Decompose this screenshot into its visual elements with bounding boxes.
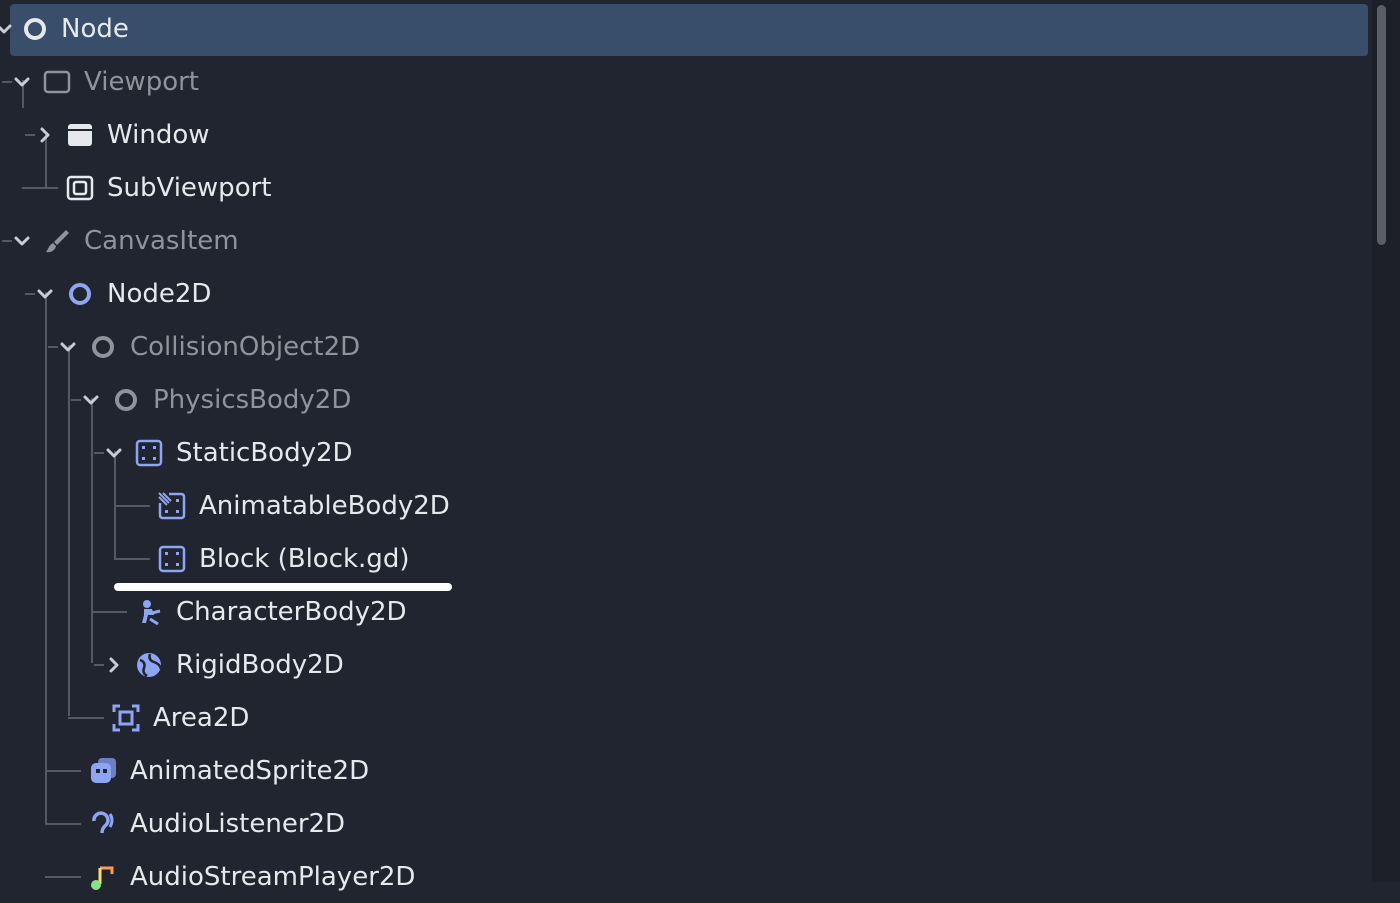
audio-listener-icon bbox=[92, 811, 114, 834]
physics-body-icon bbox=[115, 389, 137, 411]
static-body-icon bbox=[135, 439, 163, 467]
tree-item-viewport[interactable]: Viewport bbox=[0, 55, 1370, 108]
tree-item-physicsbody2d[interactable]: PhysicsBody2D bbox=[0, 373, 1370, 426]
tree-item-audiostreamplayer2d[interactable]: AudioStreamPlayer2D bbox=[0, 850, 1370, 903]
chevron-down-icon[interactable] bbox=[102, 441, 126, 465]
animated-sprite-icon bbox=[91, 758, 116, 783]
audio-stream-player-icon bbox=[91, 866, 114, 890]
tree-guide-connector bbox=[68, 717, 104, 719]
tree-item-animatablebody2d[interactable]: AnimatableBody2D bbox=[0, 479, 1370, 532]
collision-object-icon bbox=[92, 336, 114, 358]
annotation-underline bbox=[114, 583, 452, 591]
tree-item-node2d[interactable]: Node2D bbox=[0, 267, 1370, 320]
tree-item-label: AnimatableBody2D bbox=[199, 491, 450, 521]
rigid-body-icon bbox=[137, 653, 163, 678]
tree-item-block-block-gd[interactable]: Block (Block.gd) bbox=[0, 532, 1370, 585]
animatable-body-icon bbox=[158, 492, 186, 520]
tree-item-label: AudioStreamPlayer2D bbox=[130, 862, 416, 892]
tree-item-label: Block (Block.gd) bbox=[199, 544, 410, 574]
chevron-down-icon[interactable] bbox=[79, 388, 103, 412]
window-icon bbox=[68, 124, 92, 146]
tree-item-label: CollisionObject2D bbox=[130, 332, 361, 362]
tree-item-label: Node bbox=[61, 14, 129, 44]
tree-item-animatedsprite2d[interactable]: AnimatedSprite2D bbox=[0, 744, 1370, 797]
tree-guide-connector bbox=[45, 876, 81, 878]
tree-guide-connector bbox=[114, 558, 150, 560]
chevron-down-icon[interactable] bbox=[10, 229, 34, 253]
tree-item-label: Viewport bbox=[84, 67, 199, 97]
tree-guide-connector bbox=[45, 823, 81, 825]
scrollbar-thumb[interactable] bbox=[1377, 5, 1386, 245]
chevron-down-icon[interactable] bbox=[0, 17, 16, 41]
tree-item-collisionobject2d[interactable]: CollisionObject2D bbox=[0, 320, 1370, 373]
tree-item-staticbody2d[interactable]: StaticBody2D bbox=[0, 426, 1370, 479]
tree-item-audiolistener2d[interactable]: AudioListener2D bbox=[0, 797, 1370, 850]
chevron-right-icon[interactable] bbox=[102, 653, 126, 677]
tree-item-label: StaticBody2D bbox=[176, 438, 353, 468]
tree-item-subviewport[interactable]: SubViewport bbox=[0, 161, 1370, 214]
tree-guide-connector bbox=[45, 770, 81, 772]
brush-icon bbox=[46, 230, 69, 253]
tree-item-label: RigidBody2D bbox=[176, 650, 344, 680]
tree-item-label: AudioListener2D bbox=[130, 809, 346, 839]
tree-item-label: Window bbox=[107, 120, 210, 150]
tree-item-rigidbody2d[interactable]: RigidBody2D bbox=[0, 638, 1370, 691]
tree-item-canvasitem[interactable]: CanvasItem bbox=[0, 214, 1370, 267]
tree-guide-connector bbox=[22, 187, 58, 189]
chevron-down-icon[interactable] bbox=[10, 70, 34, 94]
node2d-icon bbox=[69, 283, 91, 305]
tree-item-window[interactable]: Window bbox=[0, 108, 1370, 161]
subviewport-icon bbox=[66, 175, 94, 201]
node-icon bbox=[24, 18, 46, 40]
tree-item-characterbody2d[interactable]: CharacterBody2D bbox=[0, 585, 1370, 638]
tree-guide-connector bbox=[114, 505, 150, 507]
tree-item-label: CharacterBody2D bbox=[176, 597, 407, 627]
character-body-icon bbox=[142, 600, 161, 626]
tree-item-label: PhysicsBody2D bbox=[153, 385, 352, 415]
tree-item-label: Node2D bbox=[107, 279, 212, 309]
tree-item-node[interactable]: Node bbox=[0, 2, 1370, 56]
tree-item-label: CanvasItem bbox=[84, 226, 239, 256]
tree-item-area2d[interactable]: Area2D bbox=[0, 691, 1370, 744]
viewport-icon bbox=[43, 70, 71, 94]
area-icon bbox=[112, 704, 140, 732]
chevron-down-icon[interactable] bbox=[33, 282, 57, 306]
tree-item-label: Area2D bbox=[153, 703, 250, 733]
class-tree: Node Viewport Window SubViewport CanvasItem N… bbox=[0, 0, 1400, 892]
tree-guide-connector bbox=[91, 611, 127, 613]
chevron-down-icon[interactable] bbox=[56, 335, 80, 359]
static-body-icon bbox=[158, 545, 186, 573]
chevron-right-icon[interactable] bbox=[33, 123, 57, 147]
tree-item-label: AnimatedSprite2D bbox=[130, 756, 370, 786]
tree-item-label: SubViewport bbox=[107, 173, 272, 203]
